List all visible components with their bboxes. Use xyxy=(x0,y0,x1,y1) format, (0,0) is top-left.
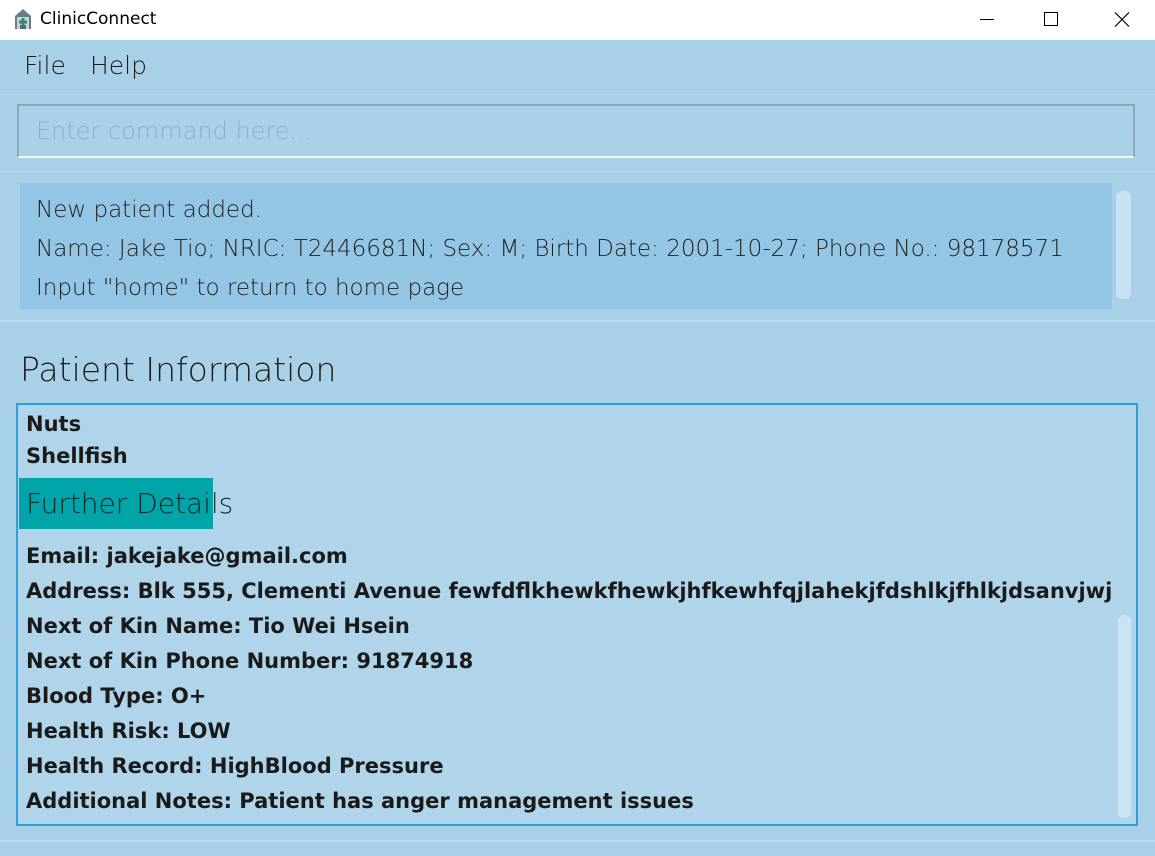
minimize-icon xyxy=(980,19,994,20)
result-display: New patient added. Name: Jake Tio; NRIC:… xyxy=(20,183,1112,309)
result-line: Name: Jake Tio; NRIC: T2446681N; Sex: M;… xyxy=(36,236,1064,262)
minimize-button[interactable] xyxy=(963,0,1009,40)
patient-info-panel: Nuts Shellfish Further Details Email: ja… xyxy=(16,403,1138,826)
detail-additional-notes: Additional Notes: Patient has anger mana… xyxy=(26,789,694,813)
detail-blood-type: Blood Type: O+ xyxy=(26,684,207,708)
menu-file[interactable]: File xyxy=(24,51,66,80)
close-icon xyxy=(1114,12,1130,27)
detail-health-risk: Health Risk: LOW xyxy=(26,719,231,743)
command-input[interactable] xyxy=(17,104,1135,158)
maximize-button[interactable] xyxy=(1027,0,1073,40)
patient-info-heading: Patient Information xyxy=(20,350,337,389)
title-bar: ClinicConnect xyxy=(0,0,1155,40)
command-panel xyxy=(0,94,1155,172)
patient-scrollbar-thumb[interactable] xyxy=(1118,615,1131,818)
close-button[interactable] xyxy=(1098,0,1144,40)
detail-next-of-kin-name: Next of Kin Name: Tio Wei Hsein xyxy=(26,614,410,638)
allergy-item: Nuts xyxy=(26,412,82,436)
detail-health-record: Health Record: HighBlood Pressure xyxy=(26,754,444,778)
result-line: New patient added. xyxy=(36,197,262,223)
result-line: Input "home" to return to home page xyxy=(36,275,465,301)
detail-next-of-kin-phone: Next of Kin Phone Number: 91874918 xyxy=(26,649,474,673)
hospital-icon xyxy=(15,9,31,29)
menu-help[interactable]: Help xyxy=(90,51,147,80)
maximize-icon xyxy=(1044,12,1058,26)
status-bar xyxy=(0,840,1155,856)
window-title: ClinicConnect xyxy=(40,9,157,29)
detail-address: Address: Blk 555, Clementi Avenue fewfdf… xyxy=(26,579,1112,603)
detail-email: Email: jakejake@gmail.com xyxy=(26,544,348,568)
result-panel: New patient added. Name: Jake Tio; NRIC:… xyxy=(0,172,1155,322)
allergy-item: Shellfish xyxy=(26,444,128,468)
further-details-title: Further Details xyxy=(26,487,234,520)
menu-bar: File Help xyxy=(0,40,1155,94)
further-details-header: Further Details xyxy=(19,478,233,529)
result-scrollbar[interactable] xyxy=(1116,191,1131,299)
